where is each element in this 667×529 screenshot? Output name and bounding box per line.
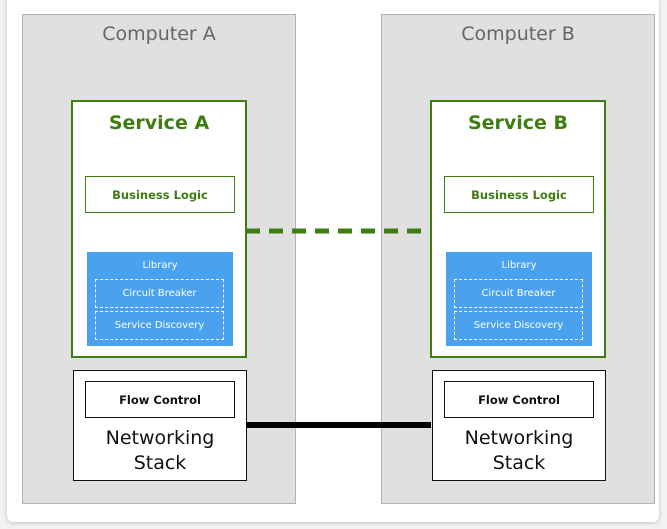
connections [246, 228, 431, 428]
